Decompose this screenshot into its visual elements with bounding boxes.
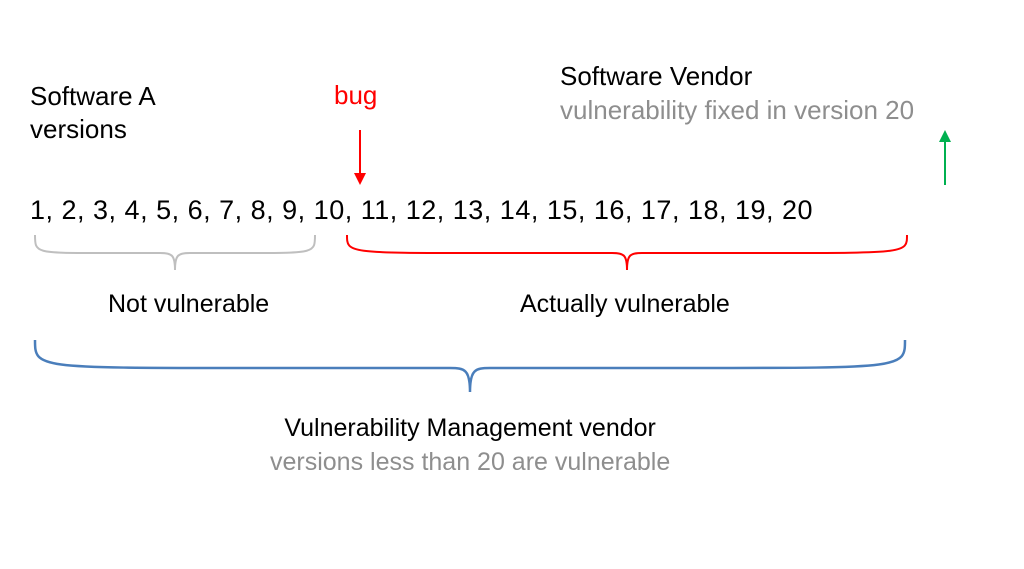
not-vulnerable-label: Not vulnerable: [108, 290, 269, 319]
software-vendor-sub: vulnerability fixed in version 20: [560, 94, 914, 128]
version-list: 1, 2, 3, 4, 5, 6, 7, 8, 9, 10, 11, 12, 1…: [30, 195, 813, 226]
software-a-line2: versions: [30, 114, 127, 144]
brace-not-vulnerable-icon: [30, 235, 320, 275]
fixed-arrow-icon: [935, 130, 955, 190]
actually-vulnerable-label: Actually vulnerable: [520, 290, 730, 319]
software-a-line1: Software A: [30, 81, 156, 111]
vm-vendor-title: Vulnerability Management vendor: [284, 414, 656, 442]
brace-vm-vendor-icon: [30, 340, 910, 400]
vm-vendor-label: Vulnerability Management vendor versions…: [270, 412, 670, 480]
vm-vendor-sub: versions less than 20 are vulnerable: [270, 446, 670, 480]
bug-arrow-icon: [350, 130, 370, 190]
software-vendor-title: Software Vendor: [560, 61, 752, 91]
bug-label: bug: [334, 80, 377, 111]
brace-actually-vulnerable-icon: [342, 235, 912, 275]
software-vendor-label: Software Vendor vulnerability fixed in v…: [560, 60, 914, 128]
software-a-label: Software A versions: [30, 80, 156, 145]
